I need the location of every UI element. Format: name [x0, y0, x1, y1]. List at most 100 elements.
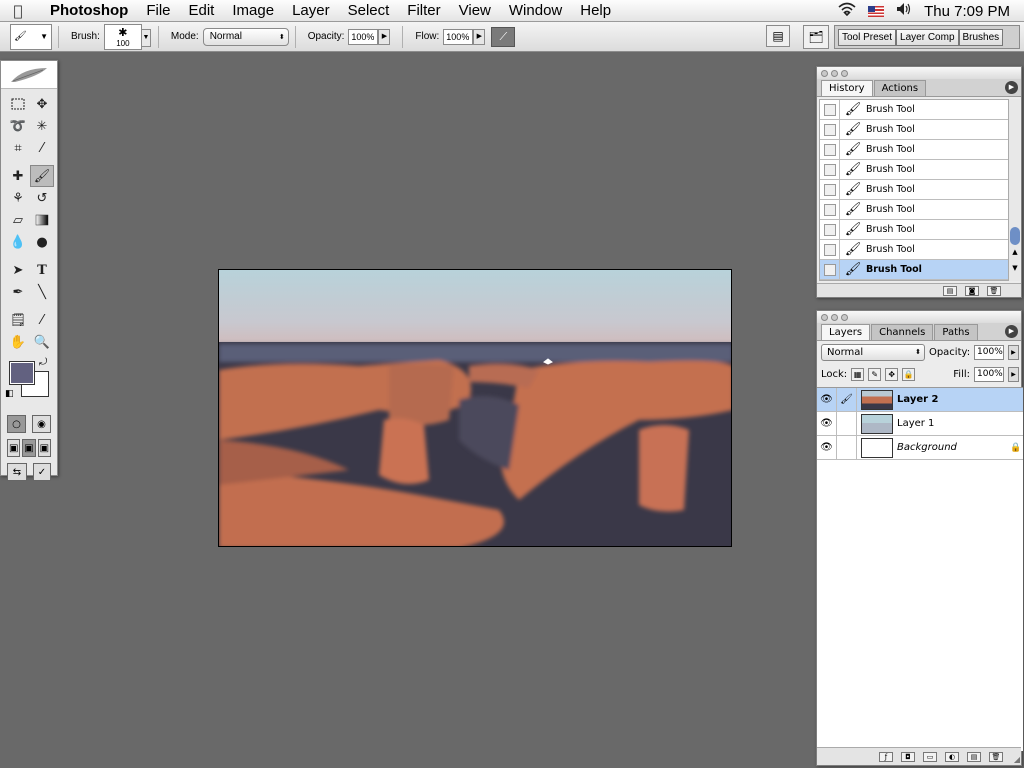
layer-opacity-input[interactable]: 100%	[974, 344, 1005, 360]
palette-menu-icon[interactable]: ▶	[1005, 81, 1018, 94]
history-state[interactable]: 🖌 Brush Tool	[820, 139, 1008, 160]
menu-edit[interactable]: Edit	[180, 2, 224, 19]
foreground-color-swatch[interactable]	[9, 361, 35, 385]
clone-stamp-tool-icon[interactable]: ⚘	[6, 187, 30, 209]
tab-history[interactable]: History	[821, 80, 873, 96]
history-scrollbar[interactable]: ▲ ▼	[1008, 99, 1020, 281]
pen-tool-icon[interactable]: ✒	[6, 281, 30, 303]
snapshot-source-checkbox[interactable]	[820, 119, 840, 140]
snapshot-source-checkbox[interactable]	[820, 199, 840, 220]
new-group-icon[interactable]: ▭	[923, 751, 937, 762]
link-slot[interactable]	[837, 411, 857, 436]
history-state[interactable]: 🖌 Brush Tool	[820, 159, 1008, 180]
history-state[interactable]: 🖌 Brush Tool	[820, 179, 1008, 200]
tab-actions[interactable]: Actions	[873, 80, 927, 96]
zoom-icon[interactable]	[841, 313, 848, 321]
snapshot-source-checkbox[interactable]	[820, 139, 840, 160]
swap-colors-icon[interactable]: ⤾	[39, 357, 47, 368]
snapshot-source-checkbox[interactable]	[820, 219, 840, 240]
mode-select[interactable]: Normal ⬍	[202, 27, 289, 46]
zoom-tool-icon[interactable]: 🔍	[30, 331, 54, 353]
layer-row-background[interactable]: 👁 Background 🔒	[817, 435, 1023, 460]
fill-slider-arrow-icon[interactable]: ▶	[1008, 366, 1019, 382]
minimize-icon[interactable]	[831, 69, 838, 77]
history-brush-tool-icon[interactable]: ↺	[30, 187, 54, 209]
flow-input[interactable]: 100%	[443, 28, 474, 45]
photoshop-feather-logo[interactable]	[1, 61, 57, 89]
magic-wand-tool-icon[interactable]: ✳	[30, 115, 54, 137]
link-slot[interactable]	[837, 435, 857, 460]
lock-image-icon[interactable]: ✎	[868, 367, 882, 381]
history-state[interactable]: 🖌 Brush Tool	[820, 219, 1008, 240]
layer-style-icon[interactable]: ƒ	[879, 751, 893, 762]
crop-tool-icon[interactable]: ⌗	[6, 137, 30, 159]
healing-brush-tool-icon[interactable]: ✚	[6, 165, 30, 187]
clock[interactable]: Thu 7:09 PM	[924, 3, 1010, 20]
tab-layers[interactable]: Layers	[821, 324, 871, 340]
opacity-input[interactable]: 100%	[348, 28, 379, 45]
jump-to-imageready-icon[interactable]: ⇆	[7, 463, 27, 481]
palette-menu-icon[interactable]: ▶	[1005, 325, 1018, 338]
brush-tool-icon[interactable]: 🖌	[30, 165, 54, 187]
eye-icon[interactable]: 👁	[817, 411, 837, 436]
marquee-tool-icon[interactable]	[6, 93, 30, 115]
scroll-down-icon[interactable]: ▼	[1010, 263, 1020, 273]
tab-channels[interactable]: Channels	[871, 324, 934, 340]
new-layer-icon[interactable]: ▤	[967, 751, 981, 762]
lasso-tool-icon[interactable]: ➰	[6, 115, 30, 137]
add-mask-icon[interactable]: ◘	[901, 751, 915, 762]
full-screen-menu-mode-icon[interactable]: ▣	[22, 439, 36, 457]
menu-select[interactable]: Select	[339, 2, 399, 19]
file-browser-icon[interactable]: 🗂	[803, 25, 829, 49]
check-icon[interactable]: ✓	[32, 463, 51, 481]
line-tool-icon[interactable]: ╲	[30, 281, 54, 303]
menu-filter[interactable]: Filter	[398, 2, 449, 19]
tool-preset-picker[interactable]: 🖌 ▼	[10, 23, 52, 50]
menu-view[interactable]: View	[450, 2, 500, 19]
blur-tool-icon[interactable]: 💧	[6, 231, 30, 253]
layer-name[interactable]: Background	[897, 442, 1009, 453]
app-menu[interactable]: Photoshop	[36, 2, 137, 19]
gradient-tool-icon[interactable]	[30, 209, 54, 231]
close-icon[interactable]	[821, 313, 828, 321]
lock-position-icon[interactable]: ✥	[885, 367, 899, 381]
minimize-icon[interactable]	[831, 313, 838, 321]
history-state[interactable]: 🖌 Brush Tool	[820, 239, 1008, 260]
snapshot-source-checkbox[interactable]	[820, 239, 840, 260]
trash-icon[interactable]: 🗑	[987, 285, 1001, 296]
snapshot-source-checkbox[interactable]	[820, 100, 840, 120]
fill-input[interactable]: 100%	[974, 366, 1004, 382]
eye-icon[interactable]: 👁	[817, 435, 837, 460]
palette-titlebar[interactable]	[817, 67, 1021, 79]
menu-window[interactable]: Window	[500, 2, 571, 19]
us-flag-icon[interactable]	[868, 5, 885, 17]
opacity-slider-arrow-icon[interactable]: ▶	[378, 28, 391, 45]
well-tab-layer-comps[interactable]: Layer Comp	[896, 28, 959, 46]
volume-icon[interactable]	[896, 2, 912, 20]
palette-options-icon[interactable]: ▤	[766, 25, 790, 47]
document-canvas[interactable]	[218, 269, 732, 547]
brush-link-icon[interactable]: 🖌	[837, 387, 857, 412]
slice-tool-icon[interactable]: ⁄	[30, 137, 54, 159]
path-selection-tool-icon[interactable]: ➤	[6, 259, 30, 281]
history-state[interactable]: 🖌 Brush Tool	[820, 100, 1008, 120]
palette-titlebar[interactable]	[817, 311, 1021, 323]
standard-mode-icon[interactable]: ○	[7, 415, 26, 433]
eyedropper-tool-icon[interactable]: ⁄	[30, 309, 54, 331]
flow-slider-arrow-icon[interactable]: ▶	[473, 28, 486, 45]
default-colors-icon[interactable]: ◧	[5, 389, 14, 399]
notes-tool-icon[interactable]: 🗒	[6, 309, 30, 331]
blend-mode-select[interactable]: Normal ⬍	[821, 343, 925, 361]
scrollbar-thumb[interactable]	[1010, 227, 1020, 245]
scroll-up-icon[interactable]: ▲	[1010, 247, 1020, 257]
snapshot-source-checkbox[interactable]	[820, 259, 840, 280]
snapshot-source-checkbox[interactable]	[820, 179, 840, 200]
layer-name[interactable]: Layer 2	[897, 394, 1023, 405]
layer-row-layer-2[interactable]: 👁 🖌 Layer 2	[817, 387, 1023, 412]
layer-row-layer-1[interactable]: 👁 Layer 1	[817, 411, 1023, 436]
full-screen-mode-icon[interactable]: ▣	[37, 439, 51, 457]
history-state[interactable]: 🖌 Brush Tool	[820, 259, 1008, 280]
new-snapshot-icon[interactable]: ◙	[965, 285, 979, 296]
brush-preset-picker[interactable]: ✱ 100 ▼	[103, 23, 151, 50]
hand-tool-icon[interactable]: ✋	[6, 331, 30, 353]
